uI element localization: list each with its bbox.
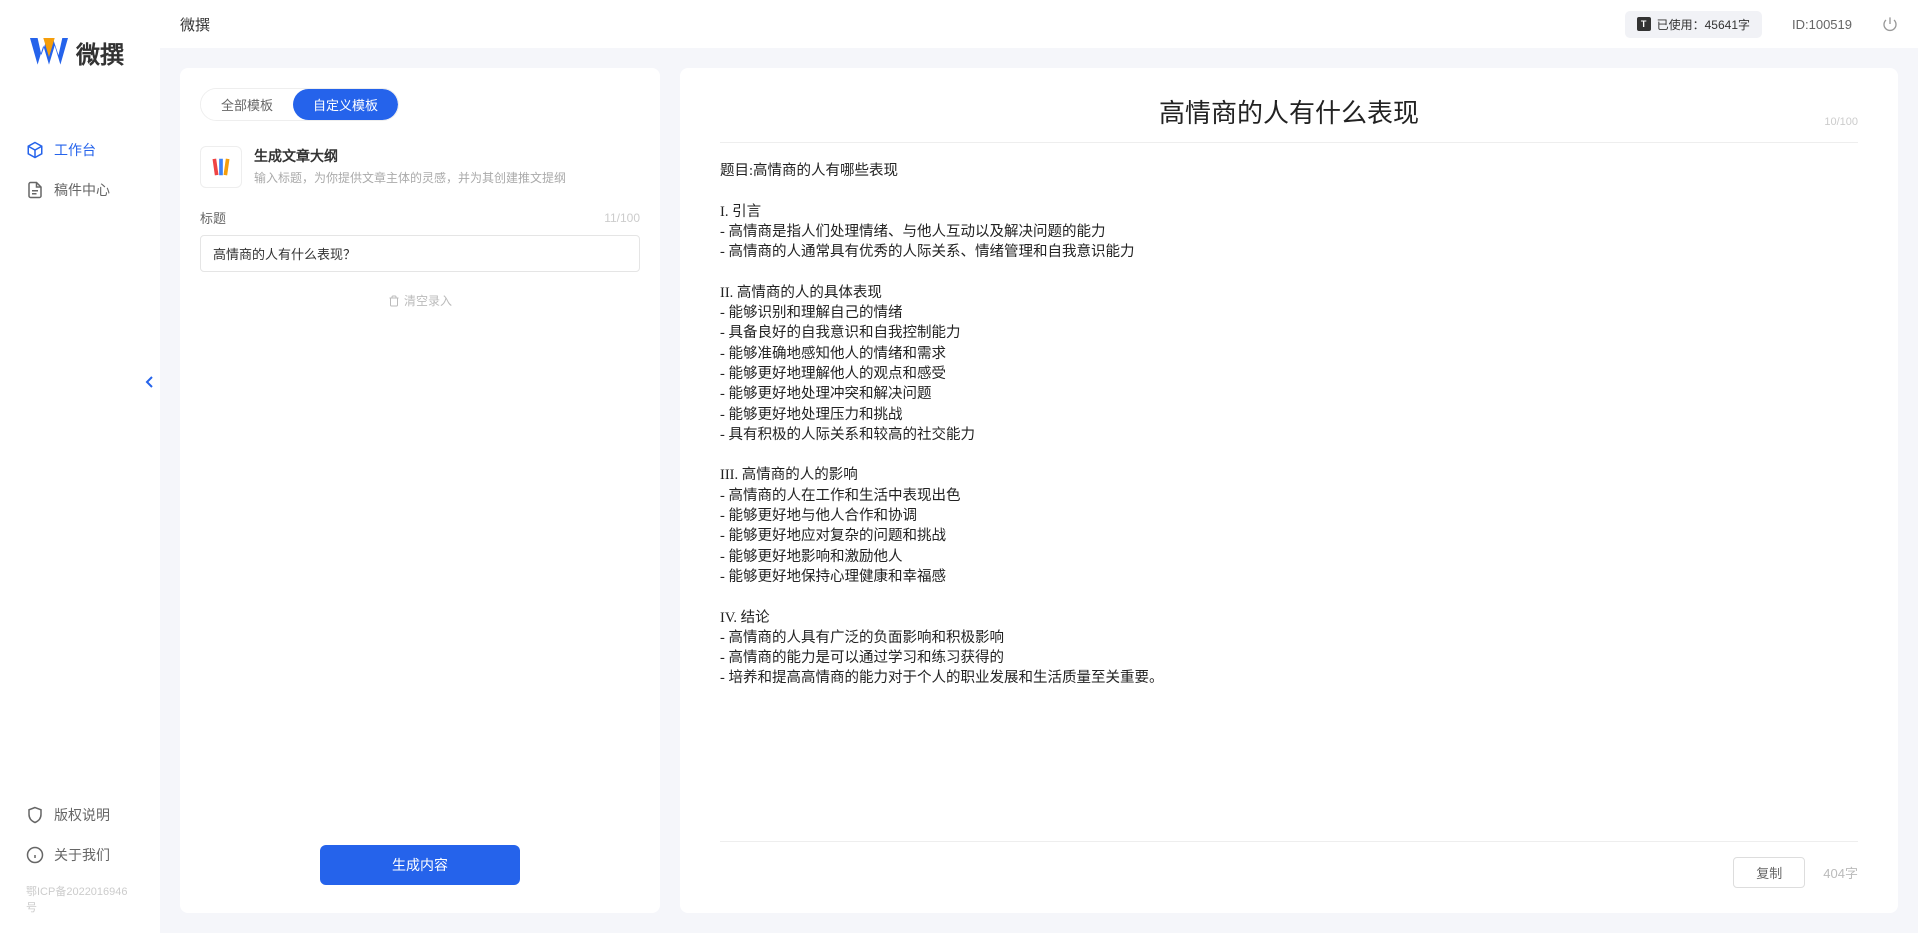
template-desc: 输入标题，为你提供文章主体的灵感，并为其创建推文提纲 <box>254 169 640 186</box>
nav-label: 版权说明 <box>54 805 110 825</box>
shield-icon <box>26 806 44 824</box>
cube-icon <box>26 141 44 159</box>
nav-label: 稿件中心 <box>54 180 110 200</box>
icp-footer: 鄂ICP备2022016946号 <box>0 875 160 923</box>
usage-text: 已使用：45641字 <box>1657 16 1750 33</box>
right-panel: 高情商的人有什么表现 10/100 题目:高情商的人有哪些表现 I. 引言 - … <box>680 68 1898 913</box>
usage-badge[interactable]: T 已使用：45641字 <box>1625 11 1762 38</box>
template-card[interactable]: 生成文章大纲 输入标题，为你提供文章主体的灵感，并为其创建推文提纲 <box>200 141 640 208</box>
nav-label: 关于我们 <box>54 845 110 865</box>
template-tabs: 全部模板 自定义模板 <box>200 88 399 121</box>
template-title: 生成文章大纲 <box>254 146 640 166</box>
nav-drafts[interactable]: 稿件中心 <box>0 170 160 210</box>
tab-custom-templates[interactable]: 自定义模板 <box>293 89 398 120</box>
doc-content[interactable]: 题目:高情商的人有哪些表现 I. 引言 - 高情商是指人们处理情绪、与他人互动以… <box>720 161 1858 841</box>
nav-workspace[interactable]: 工作台 <box>0 130 160 170</box>
document-icon <box>26 181 44 199</box>
text-icon: T <box>1637 17 1651 31</box>
main: 全部模板 自定义模板 生成文章大纲 输入标题，为你提供文章主体的灵感，并为其创建… <box>160 48 1918 933</box>
doc-footer: 复制 404字 <box>720 841 1858 888</box>
collapse-sidebar-button[interactable] <box>140 370 160 394</box>
sidebar-bottom: 版权说明 关于我们 鄂ICP备2022016946号 <box>0 795 160 933</box>
page-title: 微撰 <box>180 14 210 35</box>
clear-input-button[interactable]: 清空录入 <box>200 292 640 309</box>
user-id: ID:100519 <box>1792 17 1852 32</box>
trash-icon <box>388 295 400 307</box>
generate-button[interactable]: 生成内容 <box>320 845 520 885</box>
sidebar: 微撰 工作台 稿件中心 版权说明 关于我们 鄂ICP备2022016946号 <box>0 0 160 933</box>
template-info: 生成文章大纲 输入标题，为你提供文章主体的灵感，并为其创建推文提纲 <box>254 146 640 186</box>
clear-label: 清空录入 <box>404 292 452 309</box>
copy-button[interactable]: 复制 <box>1733 857 1805 888</box>
power-icon[interactable] <box>1882 16 1898 32</box>
tab-all-templates[interactable]: 全部模板 <box>201 89 293 120</box>
left-panel: 全部模板 自定义模板 生成文章大纲 输入标题，为你提供文章主体的灵感，并为其创建… <box>180 68 660 913</box>
logo-text: 微撰 <box>76 35 124 70</box>
logo-icon <box>30 38 68 68</box>
template-icon <box>200 146 242 188</box>
title-input[interactable] <box>200 235 640 272</box>
info-icon <box>26 846 44 864</box>
books-icon <box>210 156 232 178</box>
topbar: 微撰 T 已使用：45641字 ID:100519 <box>160 0 1918 48</box>
nav-main: 工作台 稿件中心 <box>0 130 160 210</box>
nav-copyright[interactable]: 版权说明 <box>0 795 160 835</box>
doc-title-counter: 10/100 <box>1824 116 1858 128</box>
nav-about[interactable]: 关于我们 <box>0 835 160 875</box>
char-count: 404字 <box>1823 863 1858 882</box>
chevron-left-icon <box>145 376 155 388</box>
nav-label: 工作台 <box>54 140 96 160</box>
doc-title-row: 高情商的人有什么表现 10/100 <box>720 93 1858 143</box>
doc-title[interactable]: 高情商的人有什么表现 <box>720 93 1858 130</box>
logo[interactable]: 微撰 <box>0 35 160 70</box>
title-label: 标题 <box>200 208 226 227</box>
title-field-header: 标题 11/100 <box>200 208 640 227</box>
topbar-right: T 已使用：45641字 ID:100519 <box>1625 11 1898 38</box>
title-counter: 11/100 <box>604 211 640 225</box>
